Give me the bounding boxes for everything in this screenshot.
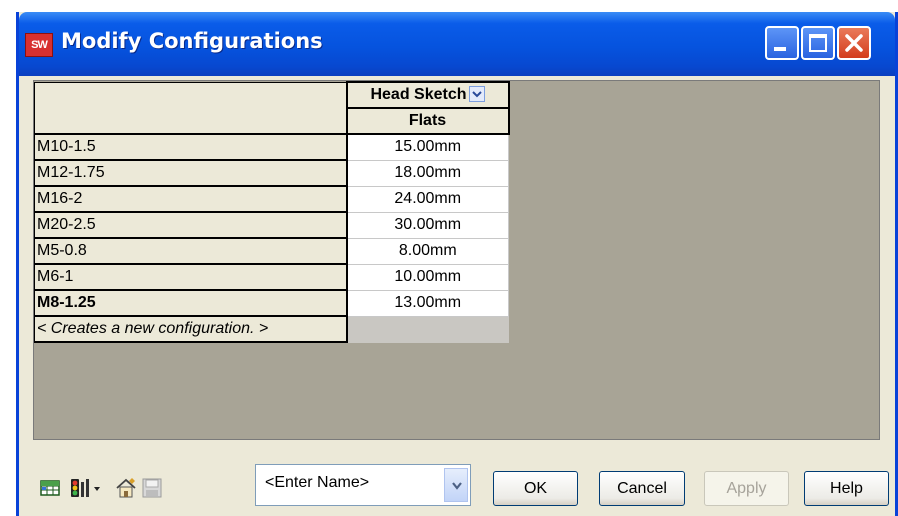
flats-value-cell[interactable]: 18.00mm: [346, 159, 509, 187]
title-bar[interactable]: SW Modify Configurations: [19, 12, 895, 76]
chevron-down-icon: [471, 91, 482, 98]
configuration-name-cell[interactable]: M6-1: [34, 263, 348, 291]
maximize-button[interactable]: [801, 26, 835, 60]
configuration-name-cell[interactable]: M10-1.5: [34, 133, 348, 161]
configuration-name-cell[interactable]: M5-0.8: [34, 237, 348, 265]
configuration-name-cell[interactable]: M8-1.25: [34, 289, 348, 317]
modify-configurations-dialog: SW Modify Configurations Head Sketch Fla…: [16, 12, 898, 516]
combo-dropdown-button[interactable]: [444, 468, 468, 502]
dropdown-arrow-icon[interactable]: [92, 477, 102, 499]
minimize-button[interactable]: [765, 26, 799, 60]
combo-value: <Enter Name>: [265, 474, 370, 491]
configuration-row[interactable]: M10-1.5 15.00mm: [34, 133, 509, 161]
configuration-name-cell[interactable]: M20-2.5: [34, 211, 348, 239]
chevron-down-icon: [452, 482, 462, 490]
flats-value-cell[interactable]: 15.00mm: [346, 133, 509, 161]
properties-icon[interactable]: [115, 477, 137, 499]
new-configuration-value-cell: [346, 315, 509, 343]
configuration-table: Head Sketch Flats M10-1.5 15.00mm M12-1.75…: [34, 81, 510, 343]
flats-value-cell[interactable]: 8.00mm: [346, 237, 509, 265]
minimize-icon: [774, 47, 786, 51]
flats-value-cell[interactable]: 10.00mm: [346, 263, 509, 291]
flats-value-cell[interactable]: 30.00mm: [346, 211, 509, 239]
configuration-row[interactable]: M5-0.8 8.00mm: [34, 237, 509, 265]
configuration-name-cell[interactable]: M16-2: [34, 185, 348, 213]
configuration-row[interactable]: M8-1.25 13.00mm: [34, 289, 509, 317]
flats-value-cell[interactable]: 24.00mm: [346, 185, 509, 213]
flats-value-cell[interactable]: 13.00mm: [346, 289, 509, 317]
new-configuration-cell[interactable]: < Creates a new configuration. >: [34, 315, 348, 343]
configuration-row[interactable]: M16-2 24.00mm: [34, 185, 509, 213]
window-title: Modify Configurations: [61, 29, 323, 53]
corner-cell: [34, 81, 347, 135]
configuration-grid-panel: Head Sketch Flats M10-1.5 15.00mm M12-1.75…: [33, 80, 880, 440]
column-dropdown-button[interactable]: [468, 85, 485, 102]
table-view-icon[interactable]: [39, 477, 61, 499]
column-subheader-flats: Flats: [345, 107, 510, 135]
apply-button[interactable]: Apply: [704, 471, 789, 506]
cancel-button[interactable]: Cancel: [599, 471, 685, 506]
help-button[interactable]: Help: [804, 471, 889, 506]
ok-button[interactable]: OK: [493, 471, 578, 506]
configuration-name-cell[interactable]: M12-1.75: [34, 159, 348, 187]
save-icon[interactable]: [141, 477, 163, 499]
maximize-icon: [809, 34, 827, 52]
close-button[interactable]: [837, 26, 871, 60]
column-header-head-sketch[interactable]: Head Sketch: [345, 81, 510, 109]
bottom-toolbar: <Enter Name> OK Cancel Apply Help: [19, 442, 895, 516]
close-icon: [845, 34, 863, 52]
configuration-row[interactable]: M12-1.75 18.00mm: [34, 159, 509, 187]
solidworks-logo-icon: SW: [25, 33, 53, 57]
column-header-label: Head Sketch: [370, 86, 467, 103]
traffic-light-icon[interactable]: [69, 477, 91, 499]
configuration-row[interactable]: M6-1 10.00mm: [34, 263, 509, 291]
configuration-name-combo[interactable]: <Enter Name>: [255, 464, 471, 506]
new-configuration-row[interactable]: < Creates a new configuration. >: [34, 315, 509, 343]
configuration-row[interactable]: M20-2.5 30.00mm: [34, 211, 509, 239]
